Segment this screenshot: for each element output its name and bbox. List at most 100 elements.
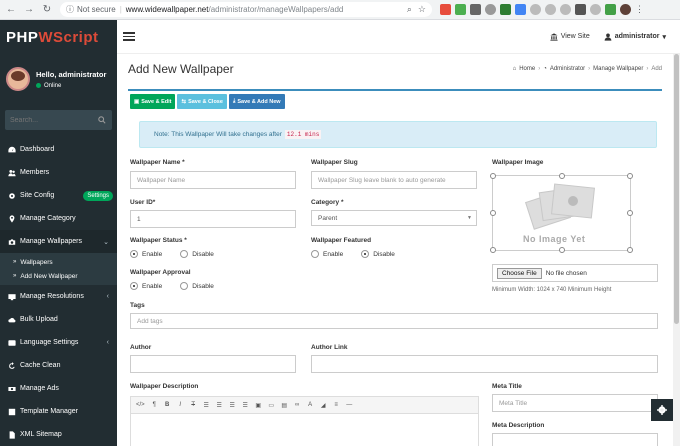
submenu-item-add-new-wallpaper[interactable]: » Add New Wallpaper bbox=[0, 269, 117, 283]
search-icon[interactable] bbox=[92, 110, 112, 130]
status-enable-radio[interactable] bbox=[130, 250, 138, 258]
strikethrough-icon[interactable]: T bbox=[190, 402, 197, 408]
save-close-button[interactable]: ⇆ Save & Close bbox=[177, 94, 227, 109]
font-color-icon[interactable]: A bbox=[307, 402, 314, 408]
sidebar-item-manage-resolutions[interactable]: Manage Resolutions ‹ bbox=[0, 285, 117, 308]
sidebar-item-manage-ads[interactable]: Manage Ads bbox=[0, 377, 117, 400]
category-select[interactable]: Parent ▼ bbox=[311, 210, 477, 226]
save-edit-button[interactable]: ▣ Save & Edit bbox=[130, 94, 176, 109]
extension-icon[interactable] bbox=[500, 4, 511, 15]
settings-gear-button[interactable] bbox=[651, 399, 673, 421]
save-add-new-button[interactable]: ⤓ Save & Add New bbox=[228, 94, 285, 109]
address-bar[interactable]: ⓘ Not secure | www.widewallpaper.net /ad… bbox=[60, 2, 432, 17]
outdent-icon[interactable]: ☰ bbox=[229, 402, 236, 409]
status-disable-option[interactable]: Disable bbox=[180, 250, 214, 258]
sidebar-item-xml-sitemap[interactable]: XML Sitemap bbox=[0, 423, 117, 446]
resize-handle[interactable] bbox=[627, 210, 633, 216]
author-link-input[interactable] bbox=[311, 355, 658, 373]
image-preview[interactable]: No Image Yet bbox=[490, 173, 633, 253]
sidebar-item-cache-clean[interactable]: Cache Clean bbox=[0, 354, 117, 377]
sidebar-item-manage-wallpapers[interactable]: Manage Wallpapers ⌄ bbox=[0, 230, 117, 253]
link-icon[interactable]: ∞ bbox=[294, 402, 301, 408]
extension-icon[interactable] bbox=[605, 4, 616, 15]
extension-icon[interactable] bbox=[515, 4, 526, 15]
resize-handle[interactable] bbox=[627, 247, 633, 253]
approval-disable-option[interactable]: Disable bbox=[180, 282, 214, 290]
extension-icon[interactable] bbox=[575, 4, 586, 15]
extension-icon[interactable] bbox=[455, 4, 466, 15]
zoom-icon[interactable]: ⌕ bbox=[407, 4, 412, 15]
sidebar-item-dashboard[interactable]: Dashboard bbox=[0, 138, 117, 161]
featured-disable-radio[interactable] bbox=[361, 250, 370, 258]
extension-icon[interactable] bbox=[470, 4, 481, 15]
approval-enable-option[interactable]: Enable bbox=[130, 282, 162, 290]
bold-icon[interactable]: B bbox=[164, 402, 171, 408]
user-id-input[interactable]: 1 bbox=[130, 210, 296, 228]
sidebar-search-input[interactable] bbox=[5, 116, 92, 124]
back-icon[interactable]: ← bbox=[4, 3, 18, 17]
video-icon[interactable]: ▭ bbox=[268, 402, 275, 409]
align-icon[interactable]: ≡ bbox=[333, 402, 340, 408]
scrollbar-thumb[interactable] bbox=[674, 54, 679, 324]
description-editor[interactable] bbox=[130, 414, 479, 446]
page-scrollbar[interactable] bbox=[673, 54, 680, 446]
tags-input[interactable]: Add tags bbox=[130, 313, 658, 329]
image-file-input[interactable]: Choose File No file chosen bbox=[492, 264, 658, 282]
kebab-menu-icon[interactable]: ⋮ bbox=[635, 4, 644, 15]
hamburger-menu-icon[interactable] bbox=[123, 32, 135, 41]
forward-icon[interactable]: → bbox=[22, 3, 36, 17]
sidebar-item-bulk-upload[interactable]: Bulk Upload bbox=[0, 308, 117, 331]
featured-enable-option[interactable]: Enable bbox=[311, 250, 343, 258]
meta-description-input[interactable] bbox=[492, 433, 658, 446]
breadcrumb-item[interactable]: Administrator bbox=[550, 66, 585, 72]
table-icon[interactable]: ▤ bbox=[281, 402, 288, 409]
sidebar-item-template-manager[interactable]: Template Manager bbox=[0, 400, 117, 423]
submenu-item-wallpapers[interactable]: » Wallpapers bbox=[0, 255, 117, 269]
extension-icon[interactable] bbox=[440, 4, 451, 15]
unordered-list-icon[interactable]: ☰ bbox=[203, 402, 210, 409]
brand-logo[interactable]: PHP WScript bbox=[0, 20, 117, 54]
extension-icon[interactable] bbox=[485, 4, 496, 15]
wallpaper-slug-input[interactable]: Wallpaper Slug leave blank to auto gener… bbox=[311, 171, 477, 189]
ordered-list-icon[interactable]: ☰ bbox=[216, 402, 223, 409]
choose-file-button[interactable]: Choose File bbox=[497, 267, 542, 279]
reload-icon[interactable]: ↻ bbox=[40, 3, 54, 17]
resize-handle[interactable] bbox=[490, 247, 496, 253]
extension-icon[interactable] bbox=[530, 4, 541, 15]
resize-handle[interactable] bbox=[490, 173, 496, 179]
resize-handle[interactable] bbox=[490, 210, 496, 216]
breadcrumb-item[interactable]: Home bbox=[519, 66, 535, 72]
extension-icon[interactable] bbox=[560, 4, 571, 15]
horizontal-rule-icon[interactable]: — bbox=[346, 402, 353, 408]
resize-handle[interactable] bbox=[559, 173, 565, 179]
resize-handle[interactable] bbox=[627, 173, 633, 179]
wallpaper-name-input[interactable]: Wallpaper Name bbox=[130, 171, 296, 189]
status-disable-radio[interactable] bbox=[180, 250, 189, 258]
sidebar-item-manage-category[interactable]: Manage Category bbox=[0, 207, 117, 230]
extension-icon[interactable] bbox=[545, 4, 556, 15]
sidebar-item-members[interactable]: Members bbox=[0, 161, 117, 184]
status-enable-option[interactable]: Enable bbox=[130, 250, 162, 258]
featured-disable-option[interactable]: Disable bbox=[361, 250, 395, 258]
bookmark-star-icon[interactable]: ☆ bbox=[418, 4, 426, 15]
paragraph-icon[interactable]: ¶ bbox=[151, 402, 158, 408]
resize-handle[interactable] bbox=[559, 247, 565, 253]
approval-enable-radio[interactable] bbox=[130, 282, 138, 290]
view-site-link[interactable]: View Site bbox=[550, 32, 590, 41]
featured-enable-radio[interactable] bbox=[311, 250, 319, 258]
profile-avatar[interactable] bbox=[620, 4, 631, 15]
extension-icon[interactable] bbox=[590, 4, 601, 15]
author-input[interactable] bbox=[130, 355, 296, 373]
sidebar-item-site-config[interactable]: Site Config Settings bbox=[0, 184, 117, 207]
indent-icon[interactable]: ☰ bbox=[242, 402, 249, 409]
user-menu-toggle[interactable]: administrator ▾ bbox=[604, 33, 666, 41]
info-icon[interactable]: ⓘ bbox=[66, 4, 74, 15]
sidebar-item-language-settings[interactable]: Language Settings ‹ bbox=[0, 331, 117, 354]
code-view-icon[interactable]: </> bbox=[136, 402, 145, 408]
meta-title-input[interactable]: Meta Title bbox=[492, 394, 658, 412]
italic-icon[interactable]: I bbox=[177, 402, 184, 408]
breadcrumb-item[interactable]: Manage Wallpaper bbox=[593, 66, 643, 72]
approval-disable-radio[interactable] bbox=[180, 282, 189, 290]
image-icon[interactable]: ▣ bbox=[255, 402, 262, 409]
background-color-icon[interactable]: ◢ bbox=[320, 402, 327, 409]
